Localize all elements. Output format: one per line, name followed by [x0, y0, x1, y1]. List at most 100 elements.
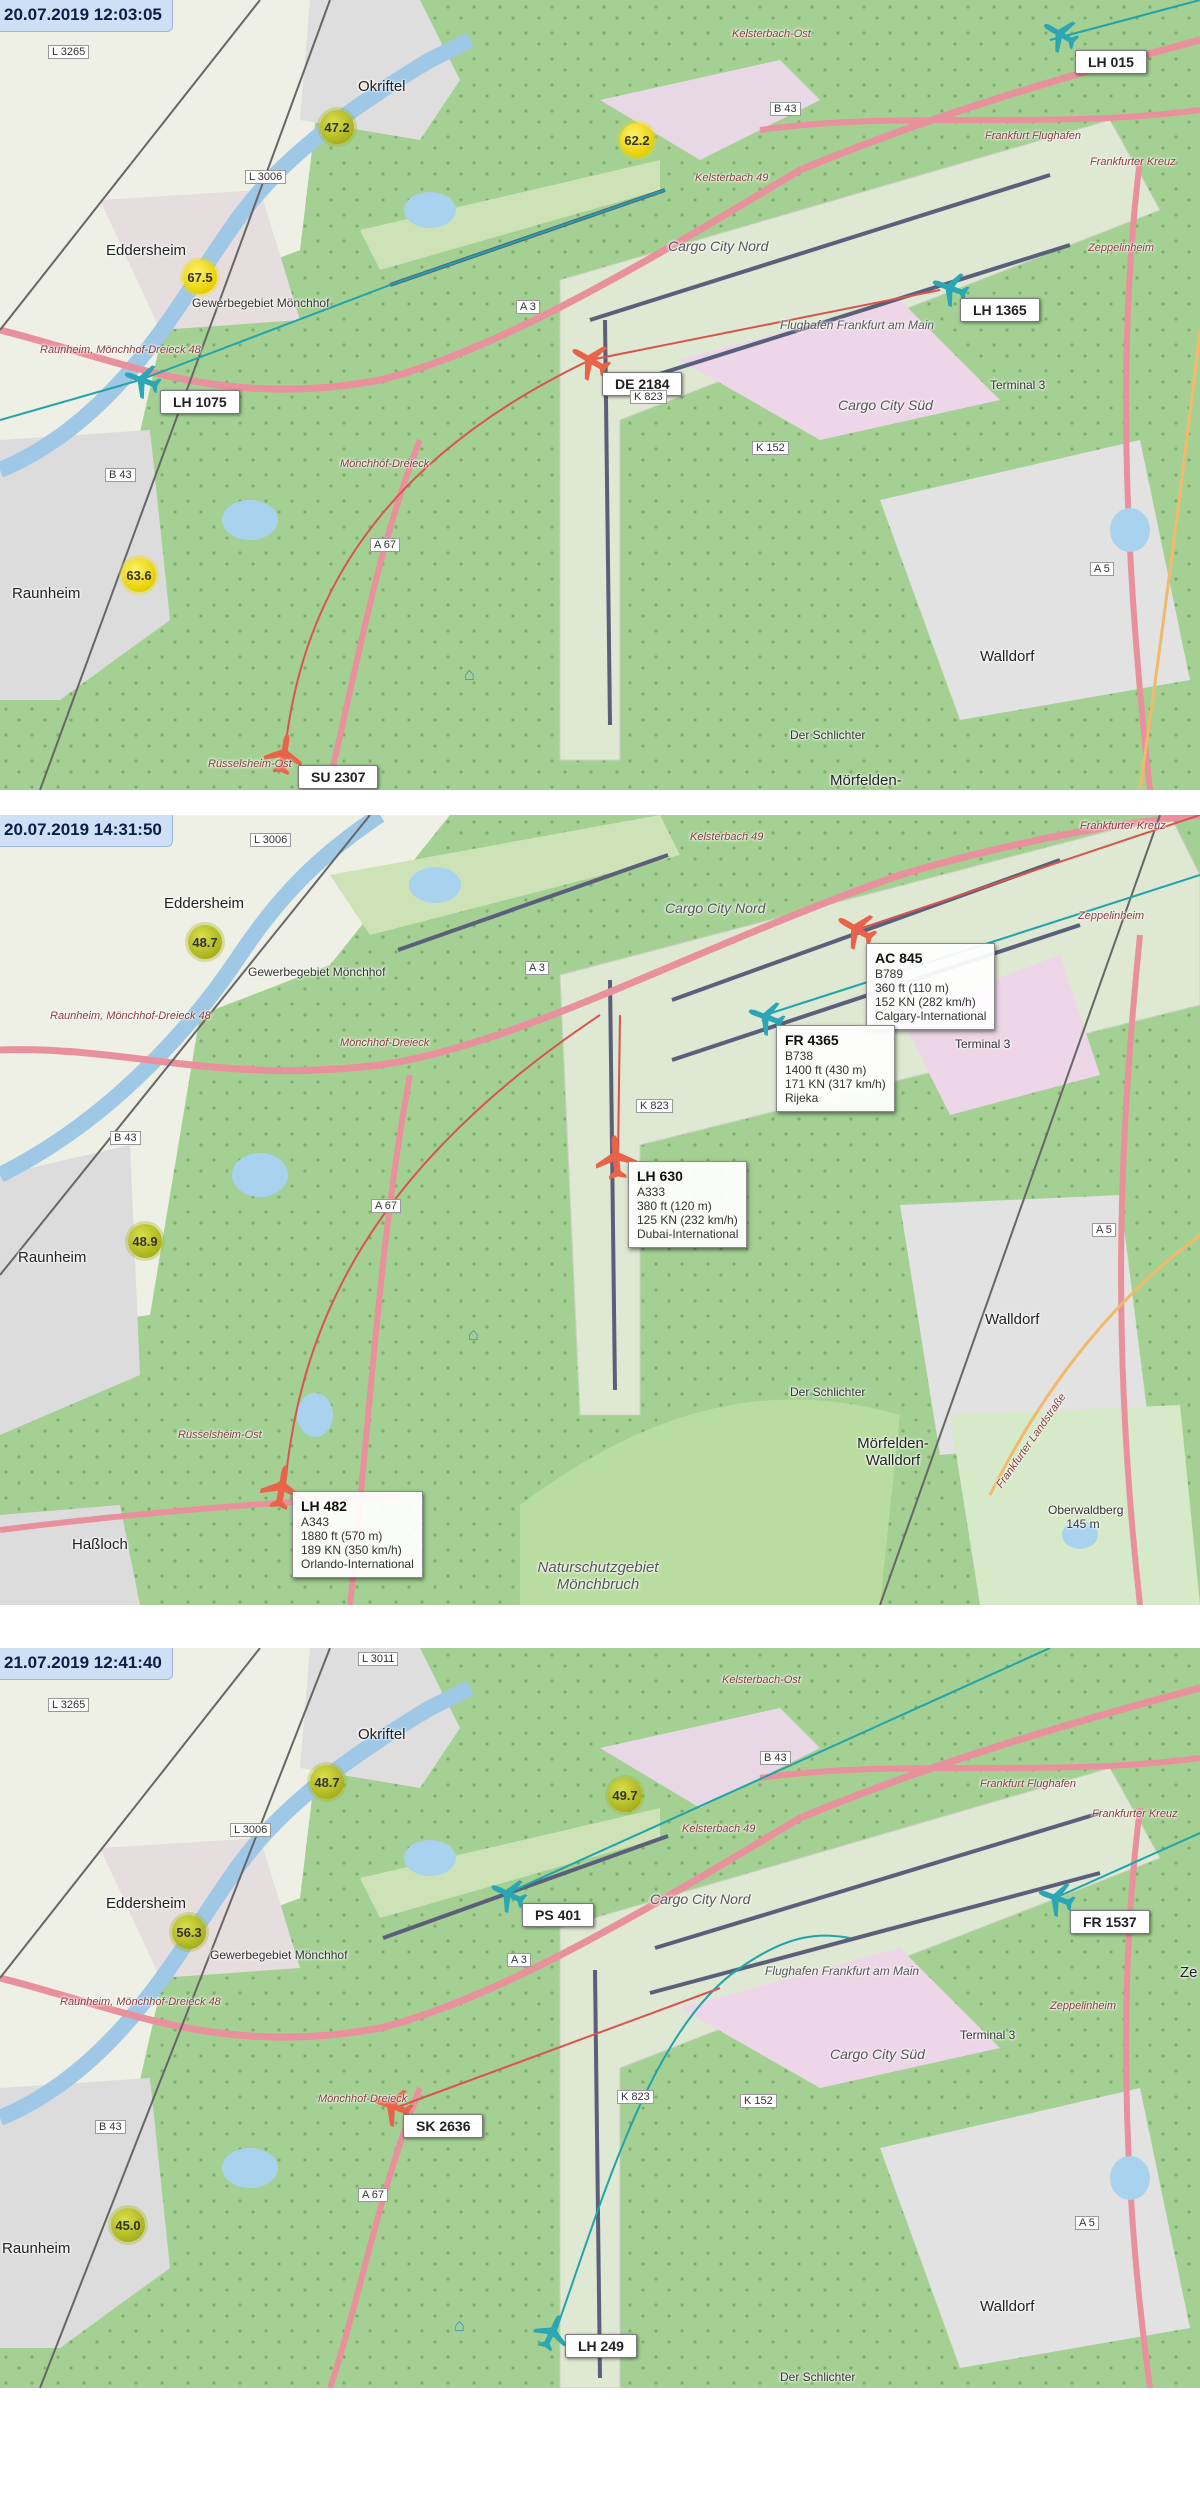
- road-shield: K 823: [630, 390, 667, 404]
- road-name: Raunheim, Mönchhof-Dreieck 48: [50, 1010, 211, 1022]
- home-icon: ⌂: [454, 2315, 465, 2335]
- area-label: Der Schlichter: [790, 1385, 866, 1399]
- place-label: Okriftel: [358, 78, 406, 95]
- altitude: 1880 ft (570 m): [301, 1529, 383, 1543]
- road-name: Kelsterbach 49: [695, 172, 769, 184]
- noise-marker[interactable]: 56.3: [172, 1915, 206, 1949]
- altitude: 360 ft (110 m): [875, 981, 949, 995]
- flight-callsign: AC 845: [875, 950, 923, 966]
- area-label: Flughafen Frankfurt am Main: [765, 1964, 920, 1978]
- flight-label-lh1075[interactable]: LH 1075: [160, 390, 240, 414]
- road-name: Frankfurter Kreuz: [1080, 820, 1166, 832]
- area-label: Gewerbegebiet Mönchhof: [210, 1948, 348, 1962]
- flight-label-lh015[interactable]: LH 015: [1075, 50, 1147, 74]
- altitude: 380 ft (120 m): [637, 1199, 712, 1213]
- road-shield: A 67: [371, 1199, 402, 1213]
- area-label: Cargo City Süd: [838, 397, 933, 413]
- road-shield: A 3: [507, 1953, 531, 1967]
- noise-marker[interactable]: 62.2: [620, 123, 654, 157]
- road-name: Kelsterbach-Ost: [732, 28, 811, 40]
- noise-marker[interactable]: 48.7: [310, 1765, 344, 1799]
- area-label: Der Schlichter: [780, 2370, 856, 2384]
- place-label: Eddersheim: [106, 1895, 187, 1912]
- place-label: Eddersheim: [106, 242, 187, 259]
- place-label: Oberwaldberg 145 m: [1048, 1503, 1124, 1531]
- road-shield: L 3006: [245, 170, 287, 184]
- noise-marker[interactable]: 45.0: [111, 2208, 145, 2242]
- noise-marker[interactable]: 49.7: [608, 1778, 642, 1812]
- map-panel-3[interactable]: ⌂ 21.07.2019 12:41:40 PS 401 FR 1537 SK …: [0, 1648, 1200, 2388]
- area-label: Terminal 3: [960, 2028, 1016, 2042]
- road-name: Rüsselsheim-Ost: [178, 1429, 262, 1441]
- area-label: Cargo City Nord: [668, 238, 769, 254]
- area-label: Cargo City Nord: [665, 900, 766, 916]
- flight-label-sk2636[interactable]: SK 2636: [403, 2114, 484, 2138]
- place-label: Haßloch: [72, 1536, 128, 1553]
- map-canvas[interactable]: ⌂: [0, 1648, 1200, 2388]
- road-name: Raunheim, Mönchhof-Dreieck 48: [40, 344, 201, 356]
- road-shield: L 3006: [230, 1823, 272, 1837]
- place-label: Raunheim: [18, 1249, 87, 1266]
- map-canvas[interactable]: ⌂: [0, 815, 1200, 1605]
- road-shield: B 43: [105, 468, 136, 482]
- road-shield: A 5: [1092, 1223, 1116, 1237]
- area-label: Gewerbegebiet Mönchhof: [192, 296, 330, 310]
- road-shield: B 43: [760, 1751, 791, 1765]
- road-shield: A 67: [370, 538, 401, 552]
- home-icon: ⌂: [468, 1324, 479, 1344]
- road-shield: K 823: [617, 2090, 654, 2104]
- road-name: Mönchhof-Dreieck: [340, 458, 430, 470]
- flight-label-lh1365[interactable]: LH 1365: [960, 298, 1040, 322]
- road-name: Frankfurter Kreuz: [1090, 156, 1176, 168]
- aircraft-type: B738: [785, 1049, 814, 1063]
- flight-info-lh482[interactable]: LH 482 A343 1880 ft (570 m) 189 KN (350 …: [292, 1491, 423, 1578]
- place-label: Walldorf: [985, 1311, 1040, 1328]
- speed: 152 KN (282 km/h): [875, 995, 976, 1009]
- flight-callsign: FR 4365: [785, 1032, 839, 1048]
- road-shield: L 3265: [48, 1698, 90, 1712]
- flight-callsign: LH 630: [637, 1168, 683, 1184]
- flight-label-su2307[interactable]: SU 2307: [298, 765, 379, 789]
- origin: Calgary-International: [875, 1009, 987, 1023]
- road-shield: A 5: [1090, 562, 1114, 576]
- road-name: Zeppelinheim: [1078, 910, 1145, 922]
- place-label: Walldorf: [980, 2298, 1035, 2315]
- noise-marker[interactable]: 48.7: [188, 925, 222, 959]
- flight-info-fr4365[interactable]: FR 4365 B738 1400 ft (430 m) 171 KN (317…: [776, 1025, 895, 1112]
- road-name: Kelsterbach 49: [690, 831, 764, 843]
- noise-marker[interactable]: 67.5: [183, 260, 217, 294]
- road-name: Mönchhof-Dreieck: [318, 2093, 408, 2105]
- place-label: Raunheim: [2, 2240, 71, 2257]
- place-label: Okriftel: [358, 1726, 406, 1743]
- road-shield: K 823: [636, 1099, 673, 1113]
- noise-marker[interactable]: 48.9: [128, 1224, 162, 1258]
- aircraft-type: A333: [637, 1185, 666, 1199]
- area-label: Der Schlichter: [790, 728, 866, 742]
- origin: Rijeka: [785, 1091, 819, 1105]
- place-label: Walldorf: [980, 648, 1035, 665]
- area-label: Cargo City Süd: [830, 2046, 925, 2062]
- road-name: Frankfurt Flughafen: [985, 130, 1081, 142]
- flight-label-fr1537[interactable]: FR 1537: [1070, 1910, 1150, 1934]
- area-label: Terminal 3: [955, 1037, 1011, 1051]
- flight-label-ps401[interactable]: PS 401: [522, 1903, 594, 1927]
- aircraft-type: A343: [301, 1515, 330, 1529]
- flight-label-lh249[interactable]: LH 249: [565, 2334, 637, 2358]
- home-icon: ⌂: [464, 664, 475, 684]
- flight-info-ac845[interactable]: AC 845 B789 360 ft (110 m) 152 KN (282 k…: [866, 943, 996, 1030]
- area-label: Cargo City Nord: [650, 1891, 751, 1907]
- noise-marker[interactable]: 63.6: [122, 558, 156, 592]
- road-shield: A 3: [525, 961, 549, 975]
- road-shield: K 152: [740, 2094, 777, 2108]
- road-name: Raunheim, Mönchhof-Dreieck 48: [60, 1996, 221, 2008]
- speed: 125 KN (232 km/h): [637, 1213, 738, 1227]
- place-label: Ze: [1180, 1964, 1198, 1981]
- flight-info-lh630[interactable]: LH 630 A333 380 ft (120 m) 125 KN (232 k…: [628, 1161, 748, 1248]
- road-name: Zeppelinheim: [1050, 2000, 1117, 2012]
- timestamp: 20.07.2019 12:03:05: [0, 0, 173, 32]
- noise-marker[interactable]: 47.2: [320, 110, 354, 144]
- speed: 189 KN (350 km/h): [301, 1543, 402, 1557]
- map-panel-2[interactable]: ⌂ 20.07.2019 14:31:50 AC 845 B789 360 ft…: [0, 815, 1200, 1605]
- map-panel-1[interactable]: ⌂ 20.07.2019 12:03:05 LH 015 LH 1365 DE …: [0, 0, 1200, 790]
- road-shield: L 3265: [48, 45, 90, 59]
